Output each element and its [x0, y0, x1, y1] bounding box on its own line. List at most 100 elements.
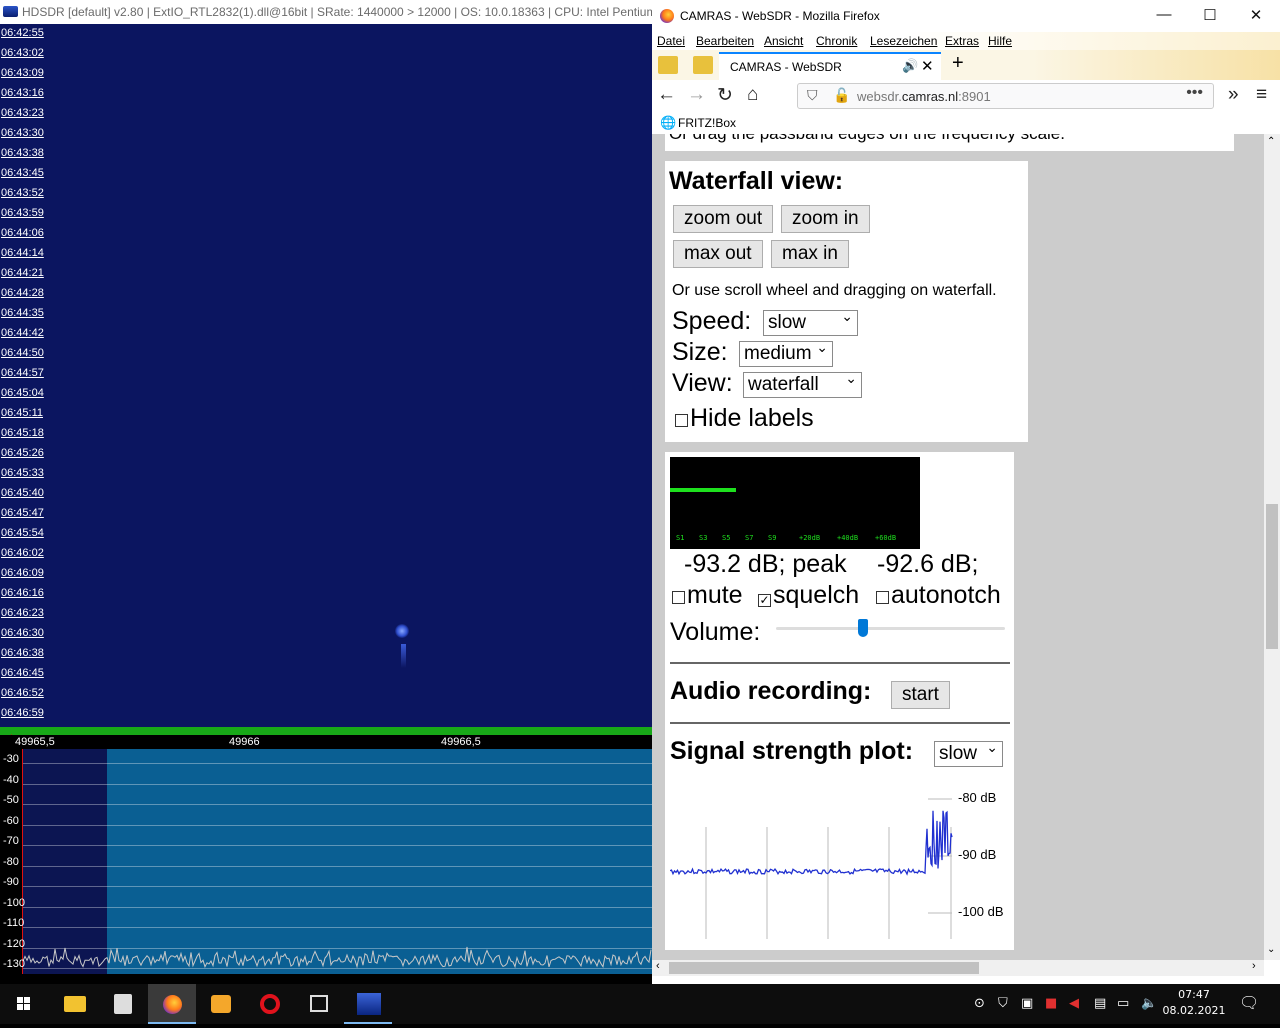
autonotch-checkbox[interactable]	[876, 591, 889, 604]
antivirus-icon[interactable]: ■	[1045, 996, 1057, 1011]
waterfall-time-label: 06:46:23	[1, 607, 44, 619]
waterfall-display[interactable]	[0, 24, 652, 727]
s-meter-tick: S3	[699, 534, 708, 542]
menu-bar: Datei Bearbeiten Ansicht Chronik Lesezei…	[652, 32, 1280, 50]
taskbar-store[interactable]	[99, 984, 147, 1024]
volume-muted-icon[interactable]: ◀	[1069, 996, 1079, 1011]
close-icon[interactable]: ✕	[1244, 6, 1268, 24]
db-scale-label: -30	[3, 753, 19, 765]
audio-panel: S1 S3 S5 S7 S9 +20dB +40dB +60dB -93.2 d…	[665, 452, 1014, 950]
mute-option[interactable]: mute	[672, 581, 743, 610]
home-icon[interactable]: ⌂	[747, 84, 758, 106]
network-icon[interactable]: ▭	[1117, 996, 1129, 1011]
frequency-scale[interactable]: 49965,5 49966 49966,5	[0, 735, 652, 749]
menu-chronik[interactable]: Chronik	[816, 34, 857, 48]
windows-icon	[17, 997, 30, 1010]
spectrum-trace	[22, 946, 652, 969]
squelch-option[interactable]: ✓ squelch	[758, 581, 859, 610]
speaker-tray-icon[interactable]: 🔈	[1141, 996, 1157, 1011]
page-actions-icon[interactable]: •••	[1186, 84, 1203, 102]
clock[interactable]: 07:47 08.02.2021	[1162, 987, 1226, 1019]
overflow-icon[interactable]: »	[1228, 84, 1239, 106]
back-icon[interactable]: ←	[657, 84, 676, 106]
scroll-up-icon[interactable]: ⌃	[1267, 136, 1275, 147]
firefox-window: CAMRAS - WebSDR - Mozilla Firefox — ☐ ✕ …	[652, 0, 1280, 984]
vertical-scrollbar[interactable]: ⌃ ⌄	[1264, 134, 1280, 960]
tab-camras-websdr[interactable]: CAMRAS - WebSDR 🔊 ✕	[719, 52, 941, 80]
hdsdr-title-bar[interactable]: HDSDR [default] v2.80 | ExtIO_RTL2832(1)…	[0, 0, 652, 24]
taskbar-media[interactable]	[197, 984, 245, 1024]
zoom-in-button[interactable]: zoom in	[781, 205, 870, 233]
globe-icon: 🌐	[660, 115, 677, 130]
view-select[interactable]: waterfall	[743, 370, 862, 398]
tray-icon[interactable]: ▣	[1021, 996, 1033, 1011]
horizontal-scroll-thumb[interactable]	[669, 962, 979, 974]
hide-labels-option[interactable]: Hide labels	[675, 404, 814, 433]
tray-icon[interactable]: ⊙	[974, 996, 985, 1011]
menu-ansicht[interactable]: Ansicht	[764, 34, 803, 48]
waterfall-heading: Waterfall view:	[669, 167, 844, 195]
reload-icon[interactable]: ↻	[717, 84, 733, 107]
max-in-button[interactable]: max in	[771, 240, 849, 268]
menu-extras[interactable]: Extras	[945, 34, 979, 48]
db-scale-label: -40	[3, 773, 19, 786]
size-label: Size:	[672, 338, 728, 366]
forward-icon[interactable]: →	[687, 84, 706, 106]
squelch-checkbox[interactable]: ✓	[758, 594, 771, 607]
waterfall-time-label: 06:44:35	[1, 307, 44, 319]
menu-datei[interactable]: Datei	[657, 34, 685, 48]
bookmark-fritzbox[interactable]: FRITZ!Box	[678, 116, 736, 130]
opera-icon	[260, 994, 280, 1014]
pinned-tab-icon[interactable]	[693, 56, 713, 74]
spectrum-display[interactable]: -30 -40 -50 -60 -70 -80 -90 -100 -110 -120 -130	[0, 749, 652, 984]
start-recording-button[interactable]: start	[891, 681, 950, 709]
taskbar-opera[interactable]	[246, 984, 294, 1024]
menu-hilfe[interactable]: Hilfe	[988, 34, 1012, 48]
waterfall-time-label: 06:45:47	[1, 507, 44, 519]
tab-close-icon[interactable]: ✕	[921, 57, 934, 75]
taskbar-firefox[interactable]	[148, 984, 196, 1024]
menu-bearbeiten[interactable]: Bearbeiten	[696, 34, 754, 48]
waterfall-time-label: 06:46:16	[1, 587, 44, 599]
horizontal-scrollbar[interactable]: ‹ ›	[652, 960, 1264, 976]
frequency-bandwidth-bar[interactable]	[0, 727, 652, 735]
volume-slider-track[interactable]	[776, 627, 1005, 630]
plot-label: -100 dB	[958, 904, 1004, 919]
page-content[interactable]: Or drag the passband edges on the freque…	[652, 134, 1264, 960]
scroll-down-icon[interactable]: ⌄	[1267, 944, 1275, 955]
pinned-tab-icon[interactable]	[658, 56, 678, 74]
signal-plot-speed-select[interactable]: slow	[934, 739, 1003, 767]
menu-lesezeichen[interactable]: Lesezeichen	[870, 34, 937, 48]
speed-select[interactable]: slow	[763, 308, 858, 336]
zoom-out-button[interactable]: zoom out	[673, 205, 774, 233]
autonotch-option[interactable]: autonotch	[876, 581, 1001, 610]
taskbar-explorer[interactable]	[50, 984, 98, 1024]
taskbar-snip[interactable]	[295, 984, 343, 1024]
speaker-icon[interactable]: 🔊	[902, 58, 918, 74]
start-button[interactable]	[0, 984, 48, 1024]
notification-icon[interactable]: 🗨	[1239, 993, 1259, 1012]
new-tab-icon[interactable]: +	[952, 52, 964, 75]
shield-tray-icon[interactable]: ⛉	[998, 996, 1008, 1011]
shield-icon[interactable]: ⛉	[807, 87, 818, 104]
scroll-right-icon[interactable]: ›	[1252, 960, 1256, 972]
minimize-icon[interactable]: —	[1152, 6, 1176, 23]
s-meter-level-bar	[670, 488, 736, 492]
tray-icon[interactable]: ▤	[1094, 996, 1106, 1011]
scroll-left-icon[interactable]: ‹	[656, 960, 660, 972]
maximize-icon[interactable]: ☐	[1198, 6, 1222, 24]
hamburger-menu-icon[interactable]: ≡	[1256, 84, 1267, 106]
size-select[interactable]: medium	[739, 339, 833, 367]
volume-slider-thumb[interactable]	[858, 619, 869, 637]
insecure-lock-icon[interactable]: 🔓	[833, 87, 850, 104]
hide-labels-checkbox[interactable]	[675, 414, 688, 427]
clock-time: 07:47	[1178, 988, 1210, 1001]
hdsdr-taskbar-icon	[357, 993, 381, 1015]
taskbar-hdsdr[interactable]	[344, 984, 392, 1024]
firefox-title-bar[interactable]: CAMRAS - WebSDR - Mozilla Firefox — ☐ ✕	[652, 0, 1280, 32]
max-out-button[interactable]: max out	[673, 240, 763, 268]
vertical-scroll-thumb[interactable]	[1266, 504, 1278, 649]
waterfall-time-label: 06:43:30	[1, 127, 44, 139]
url-bar[interactable]: ⛉ 🔓 websdr.camras.nl:8901 •••	[797, 83, 1214, 109]
mute-checkbox[interactable]	[672, 591, 685, 604]
